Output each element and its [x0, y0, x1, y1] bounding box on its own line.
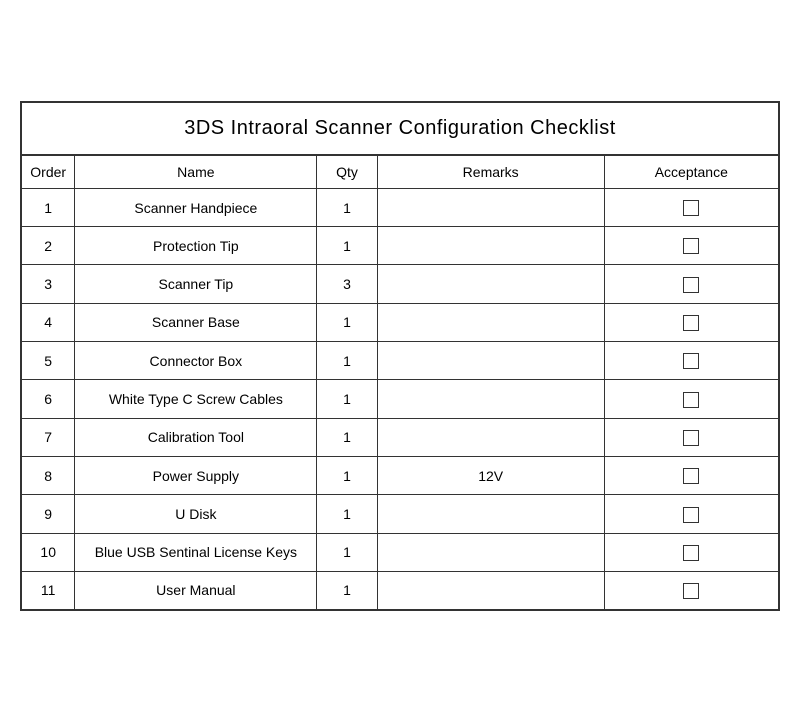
cell-name: Blue USB Sentinal License Keys — [75, 533, 317, 571]
cell-order: 5 — [22, 342, 75, 380]
cell-remarks — [377, 303, 604, 341]
cell-order: 4 — [22, 303, 75, 341]
cell-name: User Manual — [75, 571, 317, 609]
table-row: 2Protection Tip1 — [22, 227, 778, 265]
cell-remarks — [377, 418, 604, 456]
table-row: 7Calibration Tool1 — [22, 418, 778, 456]
cell-acceptance[interactable] — [604, 380, 778, 418]
acceptance-checkbox[interactable] — [683, 507, 699, 523]
cell-qty: 1 — [317, 342, 377, 380]
cell-acceptance[interactable] — [604, 571, 778, 609]
acceptance-checkbox[interactable] — [683, 238, 699, 254]
cell-remarks: 12V — [377, 456, 604, 494]
header-acceptance: Acceptance — [604, 156, 778, 189]
cell-name: Scanner Base — [75, 303, 317, 341]
cell-qty: 1 — [317, 227, 377, 265]
table-body: 1Scanner Handpiece12Protection Tip13Scan… — [22, 188, 778, 609]
table-row: 9U Disk1 — [22, 495, 778, 533]
cell-remarks — [377, 265, 604, 303]
table-row: 10Blue USB Sentinal License Keys1 — [22, 533, 778, 571]
cell-order: 9 — [22, 495, 75, 533]
cell-qty: 1 — [317, 380, 377, 418]
header-remarks: Remarks — [377, 156, 604, 189]
cell-acceptance[interactable] — [604, 342, 778, 380]
cell-qty: 1 — [317, 533, 377, 571]
cell-remarks — [377, 188, 604, 226]
cell-qty: 1 — [317, 456, 377, 494]
checklist-title: 3DS Intraoral Scanner Configuration Chec… — [22, 103, 778, 156]
cell-qty: 1 — [317, 495, 377, 533]
cell-order: 6 — [22, 380, 75, 418]
header-name: Name — [75, 156, 317, 189]
checklist-table: Order Name Qty Remarks Acceptance 1Scann… — [22, 156, 778, 609]
cell-remarks — [377, 571, 604, 609]
cell-order: 7 — [22, 418, 75, 456]
cell-acceptance[interactable] — [604, 533, 778, 571]
table-row: 11User Manual1 — [22, 571, 778, 609]
cell-acceptance[interactable] — [604, 188, 778, 226]
cell-remarks — [377, 380, 604, 418]
cell-name: Calibration Tool — [75, 418, 317, 456]
cell-name: Protection Tip — [75, 227, 317, 265]
table-row: 4Scanner Base1 — [22, 303, 778, 341]
cell-acceptance[interactable] — [604, 265, 778, 303]
cell-acceptance[interactable] — [604, 495, 778, 533]
cell-name: U Disk — [75, 495, 317, 533]
cell-order: 10 — [22, 533, 75, 571]
cell-name: Scanner Tip — [75, 265, 317, 303]
cell-qty: 1 — [317, 303, 377, 341]
table-row: 1Scanner Handpiece1 — [22, 188, 778, 226]
cell-order: 1 — [22, 188, 75, 226]
table-row: 6White Type C Screw Cables1 — [22, 380, 778, 418]
cell-name: Scanner Handpiece — [75, 188, 317, 226]
cell-order: 8 — [22, 456, 75, 494]
cell-qty: 1 — [317, 418, 377, 456]
cell-acceptance[interactable] — [604, 303, 778, 341]
cell-name: Connector Box — [75, 342, 317, 380]
acceptance-checkbox[interactable] — [683, 468, 699, 484]
table-row: 3Scanner Tip3 — [22, 265, 778, 303]
cell-acceptance[interactable] — [604, 456, 778, 494]
header-order: Order — [22, 156, 75, 189]
cell-remarks — [377, 533, 604, 571]
cell-acceptance[interactable] — [604, 227, 778, 265]
table-row: 5Connector Box1 — [22, 342, 778, 380]
cell-name: White Type C Screw Cables — [75, 380, 317, 418]
acceptance-checkbox[interactable] — [683, 277, 699, 293]
checklist-container: 3DS Intraoral Scanner Configuration Chec… — [20, 101, 780, 611]
acceptance-checkbox[interactable] — [683, 545, 699, 561]
table-header-row: Order Name Qty Remarks Acceptance — [22, 156, 778, 189]
acceptance-checkbox[interactable] — [683, 200, 699, 216]
cell-remarks — [377, 227, 604, 265]
cell-remarks — [377, 342, 604, 380]
cell-qty: 1 — [317, 188, 377, 226]
acceptance-checkbox[interactable] — [683, 315, 699, 331]
cell-remarks — [377, 495, 604, 533]
acceptance-checkbox[interactable] — [683, 392, 699, 408]
header-qty: Qty — [317, 156, 377, 189]
cell-order: 11 — [22, 571, 75, 609]
cell-acceptance[interactable] — [604, 418, 778, 456]
table-row: 8Power Supply112V — [22, 456, 778, 494]
cell-name: Power Supply — [75, 456, 317, 494]
cell-order: 2 — [22, 227, 75, 265]
cell-qty: 3 — [317, 265, 377, 303]
acceptance-checkbox[interactable] — [683, 430, 699, 446]
acceptance-checkbox[interactable] — [683, 353, 699, 369]
acceptance-checkbox[interactable] — [683, 583, 699, 599]
cell-qty: 1 — [317, 571, 377, 609]
cell-order: 3 — [22, 265, 75, 303]
